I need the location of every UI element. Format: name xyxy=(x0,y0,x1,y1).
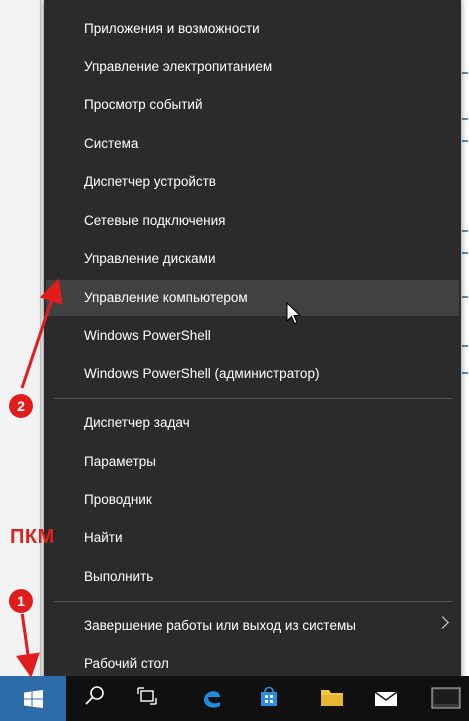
pkm-annotation-label: ПКМ xyxy=(10,526,55,548)
step-2-badge: 2 xyxy=(8,393,34,419)
step-1-badge: 1 xyxy=(8,588,34,614)
annotation-arrows xyxy=(16,278,63,678)
